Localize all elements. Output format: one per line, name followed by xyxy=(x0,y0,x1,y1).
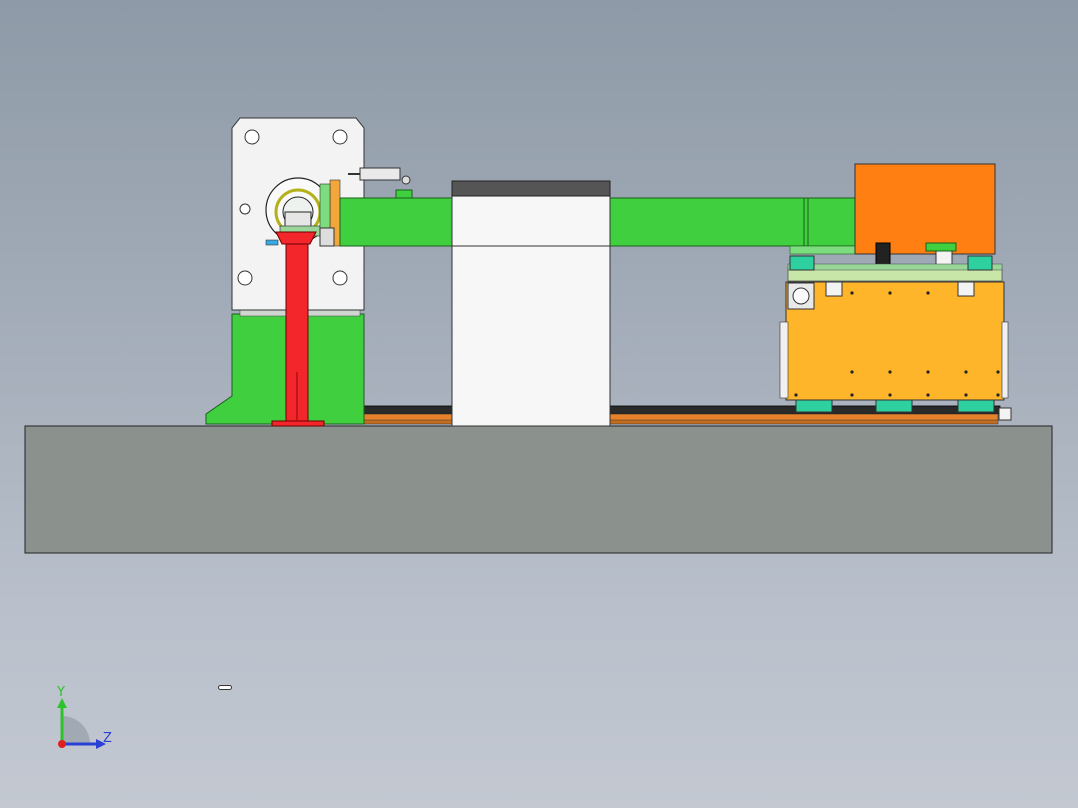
plate-hole xyxy=(332,270,348,286)
carriage-clamp xyxy=(825,281,843,297)
cylinder-mount xyxy=(395,189,413,199)
main-beam-end xyxy=(803,197,860,247)
end-stop xyxy=(998,407,1012,421)
slider-block xyxy=(789,255,815,271)
plate-hole xyxy=(239,203,251,215)
air-cylinder xyxy=(359,167,401,181)
center-column xyxy=(451,194,611,427)
carriage-body xyxy=(785,281,1005,401)
bottom-slider xyxy=(957,399,995,413)
motor-housing xyxy=(854,163,996,255)
plate-hole xyxy=(237,270,253,286)
axis-triad: Y Z xyxy=(56,685,112,749)
main-beam-right xyxy=(607,197,809,247)
cad-model-scene[interactable] xyxy=(0,0,1078,808)
beam-underside xyxy=(789,245,861,255)
left-pedestal xyxy=(205,313,365,425)
center-column-cap xyxy=(451,180,611,197)
bottom-slider xyxy=(875,399,913,413)
red-post-foot xyxy=(271,420,325,427)
plate-hole xyxy=(244,129,260,145)
rail-base-lower xyxy=(279,419,999,425)
triad-quadrant xyxy=(62,716,90,744)
small-view-marker xyxy=(218,685,232,690)
small-block xyxy=(319,227,335,247)
cylinder-end xyxy=(401,175,411,185)
carriage-clamp xyxy=(957,281,975,297)
red-post-head xyxy=(275,231,317,245)
main-beam-left xyxy=(339,197,455,247)
collar-blue xyxy=(265,239,279,246)
carriage-side-right xyxy=(1001,321,1009,399)
z-axis-label: Z xyxy=(103,731,112,746)
motor-shaft xyxy=(792,287,810,305)
bottom-slider xyxy=(795,399,833,413)
cad-viewport[interactable]: Y Z xyxy=(0,0,1078,808)
machine-base xyxy=(24,425,1053,554)
y-axis-label: Y xyxy=(56,685,65,700)
triad-origin xyxy=(58,740,66,748)
carriage-top-plate xyxy=(787,268,1003,282)
slider-block xyxy=(967,255,993,271)
motor-bracket-3 xyxy=(925,242,957,252)
carriage-side xyxy=(779,321,789,399)
plate-hole xyxy=(332,129,348,145)
